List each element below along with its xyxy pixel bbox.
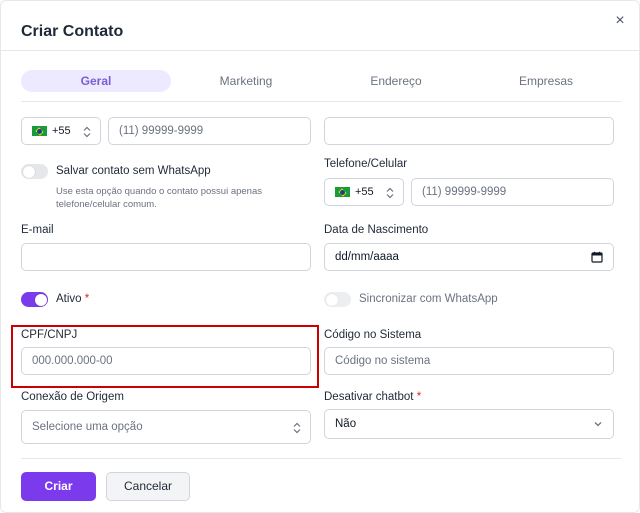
birthdate-label: Data de Nascimento (324, 224, 429, 236)
system-code-input[interactable]: Código no sistema (324, 347, 614, 375)
modal-title: Criar Contato (21, 23, 124, 40)
sync-whatsapp-toggle[interactable] (324, 292, 351, 307)
disable-chatbot-label: Desativar chatbot * (324, 391, 421, 403)
disable-chatbot-label-text: Desativar chatbot (324, 391, 414, 403)
required-mark: * (84, 293, 90, 305)
country-code-select[interactable]: +55 (21, 117, 101, 145)
save-without-whatsapp-hint: Use esta opção quando o contato possui a… (56, 186, 262, 210)
birthdate-input[interactable]: dd/mm/aaaa (324, 243, 614, 271)
name-input[interactable] (324, 117, 614, 145)
active-label: Ativo * (56, 293, 89, 305)
create-button[interactable]: Criar (21, 472, 96, 501)
origin-connection-placeholder: Selecione uma opção (32, 421, 143, 433)
brazil-flag-icon (32, 126, 47, 136)
cpf-highlight-box (11, 325, 319, 388)
close-icon[interactable]: × (611, 12, 629, 30)
toggle-knob (22, 165, 35, 178)
required-mark: * (416, 391, 422, 403)
active-toggle[interactable] (21, 292, 48, 307)
cancel-button[interactable]: Cancelar (106, 472, 190, 501)
tab-endereco[interactable]: Endereço (321, 70, 471, 92)
country-code-value: +55 (52, 125, 71, 137)
chevron-down-icon (594, 422, 602, 427)
toggle-knob (325, 293, 338, 306)
tab-geral[interactable]: Geral (21, 70, 171, 92)
active-label-text: Ativo (56, 293, 82, 305)
updown-chevron-icon (386, 187, 394, 199)
tab-marketing[interactable]: Marketing (171, 70, 321, 92)
email-label: E-mail (21, 224, 54, 236)
secondary-phone-input[interactable]: (11) 99999-9999 (411, 178, 614, 206)
origin-connection-label: Conexão de Origem (21, 391, 124, 403)
secondary-country-code-select[interactable]: +55 (324, 178, 404, 206)
system-code-label: Código no Sistema (324, 329, 422, 341)
tabs-divider (21, 101, 621, 102)
calendar-icon[interactable] (591, 251, 603, 263)
brazil-flag-icon (335, 187, 350, 197)
country-code-value: +55 (355, 186, 374, 198)
birthdate-placeholder: dd/mm/aaaa (335, 251, 399, 263)
email-input[interactable] (21, 243, 311, 271)
tab-empresas[interactable]: Empresas (471, 70, 621, 92)
create-contact-modal: Criar Contato × Geral Marketing Endereço… (0, 0, 640, 513)
save-without-whatsapp-toggle[interactable] (21, 164, 48, 179)
disable-chatbot-select[interactable]: Não (324, 409, 614, 439)
tab-bar: Geral Marketing Endereço Empresas (21, 70, 621, 92)
updown-chevron-icon (293, 422, 301, 434)
disable-chatbot-value: Não (335, 418, 357, 430)
origin-connection-select[interactable]: Selecione uma opção (21, 410, 311, 444)
footer-divider (21, 458, 621, 459)
save-without-whatsapp-label: Salvar contato sem WhatsApp (56, 165, 211, 177)
toggle-knob (34, 293, 47, 306)
sync-whatsapp-label: Sincronizar com WhatsApp (359, 293, 498, 305)
header-divider (1, 50, 640, 51)
phone-input[interactable]: (11) 99999-9999 (108, 117, 311, 145)
secondary-phone-label: Telefone/Celular (324, 158, 408, 170)
updown-chevron-icon (83, 126, 91, 138)
